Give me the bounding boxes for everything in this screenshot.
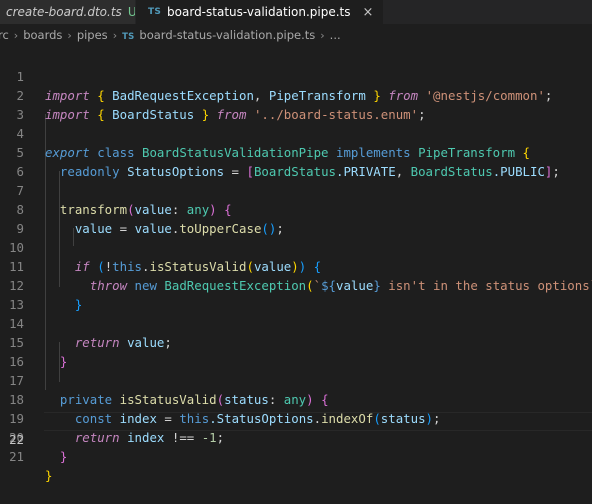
tab-board-status-validation-pipe[interactable]: TS board-status-validation.pipe.ts × (136, 0, 385, 24)
code-line: 8 value = value.toUpperCase(); (0, 181, 592, 236)
code-line: 11 throw new BadRequestException(`${valu… (0, 238, 592, 293)
breadcrumb: src › boards › pipes › TS board-status-va… (0, 24, 592, 46)
tab-bar-empty-space (384, 0, 592, 24)
breadcrumb-item-file[interactable]: TS board-status-validation.pipe.ts (122, 28, 315, 42)
breadcrumb-item-src[interactable]: src (0, 28, 9, 42)
breadcrumb-item-boards[interactable]: boards (23, 28, 62, 42)
code-line: 4 export class BoardStatusValidationPipe… (0, 105, 592, 160)
code-line: 13 (0, 276, 592, 312)
code-line: 17 private isStatusValid(status: any) { (0, 352, 592, 407)
code-line: 15 } (0, 314, 592, 369)
code-line: 6 (0, 143, 592, 179)
close-icon[interactable]: × (363, 6, 374, 19)
code-line: 7 transform(value: any) { (0, 162, 592, 217)
tab-label: board-status-validation.pipe.ts (167, 5, 351, 19)
chevron-right-icon: › (13, 28, 19, 42)
code-editor[interactable]: 1 import { BadRequestException, PipeTran… (0, 46, 592, 483)
line-number: 21 (9, 449, 24, 464)
breadcrumb-file-label: board-status-validation.pipe.ts (139, 28, 316, 42)
code-line: 10 if (!this.isStatusValid(value)) { (0, 219, 592, 274)
breadcrumb-item-pipes[interactable]: pipes (77, 28, 108, 42)
code-line: 12 } (0, 257, 592, 312)
code-line: 16 (0, 333, 592, 369)
code-line-current: 22 (0, 411, 592, 447)
typescript-file-icon: TS (122, 32, 135, 42)
chevron-right-icon: › (112, 28, 118, 42)
code-line: 14 return value; (0, 295, 592, 350)
code-line: 1 import { BadRequestException, PipeTran… (0, 48, 592, 103)
code-line: 19 return index !== -1; (0, 390, 592, 445)
code-text: } (59, 449, 68, 464)
code-line: 18 const index = this.StatusOptions.inde… (0, 371, 592, 426)
breadcrumb-item-symbols[interactable]: ... (330, 28, 341, 42)
code-text: } (45, 468, 53, 483)
untracked-badge: U (127, 5, 136, 19)
tab-bar: create-board.dto.ts U TS board-status-va… (0, 0, 592, 24)
chevron-right-icon: › (67, 28, 72, 42)
code-line: 3 (0, 86, 592, 122)
code-line: 5 readonly StatusOptions = [BoardStatus.… (0, 124, 592, 179)
typescript-file-icon: TS (148, 7, 162, 17)
code-line: 2 import { BoardStatus } from '../board-… (0, 67, 592, 122)
tab-label: create-board.dto.ts (6, 5, 122, 19)
code-line: 9 (0, 200, 592, 236)
code-line: 21 } (0, 428, 592, 483)
tab-create-board-dto[interactable]: create-board.dto.ts U (0, 0, 136, 24)
chevron-right-icon: › (320, 28, 325, 42)
